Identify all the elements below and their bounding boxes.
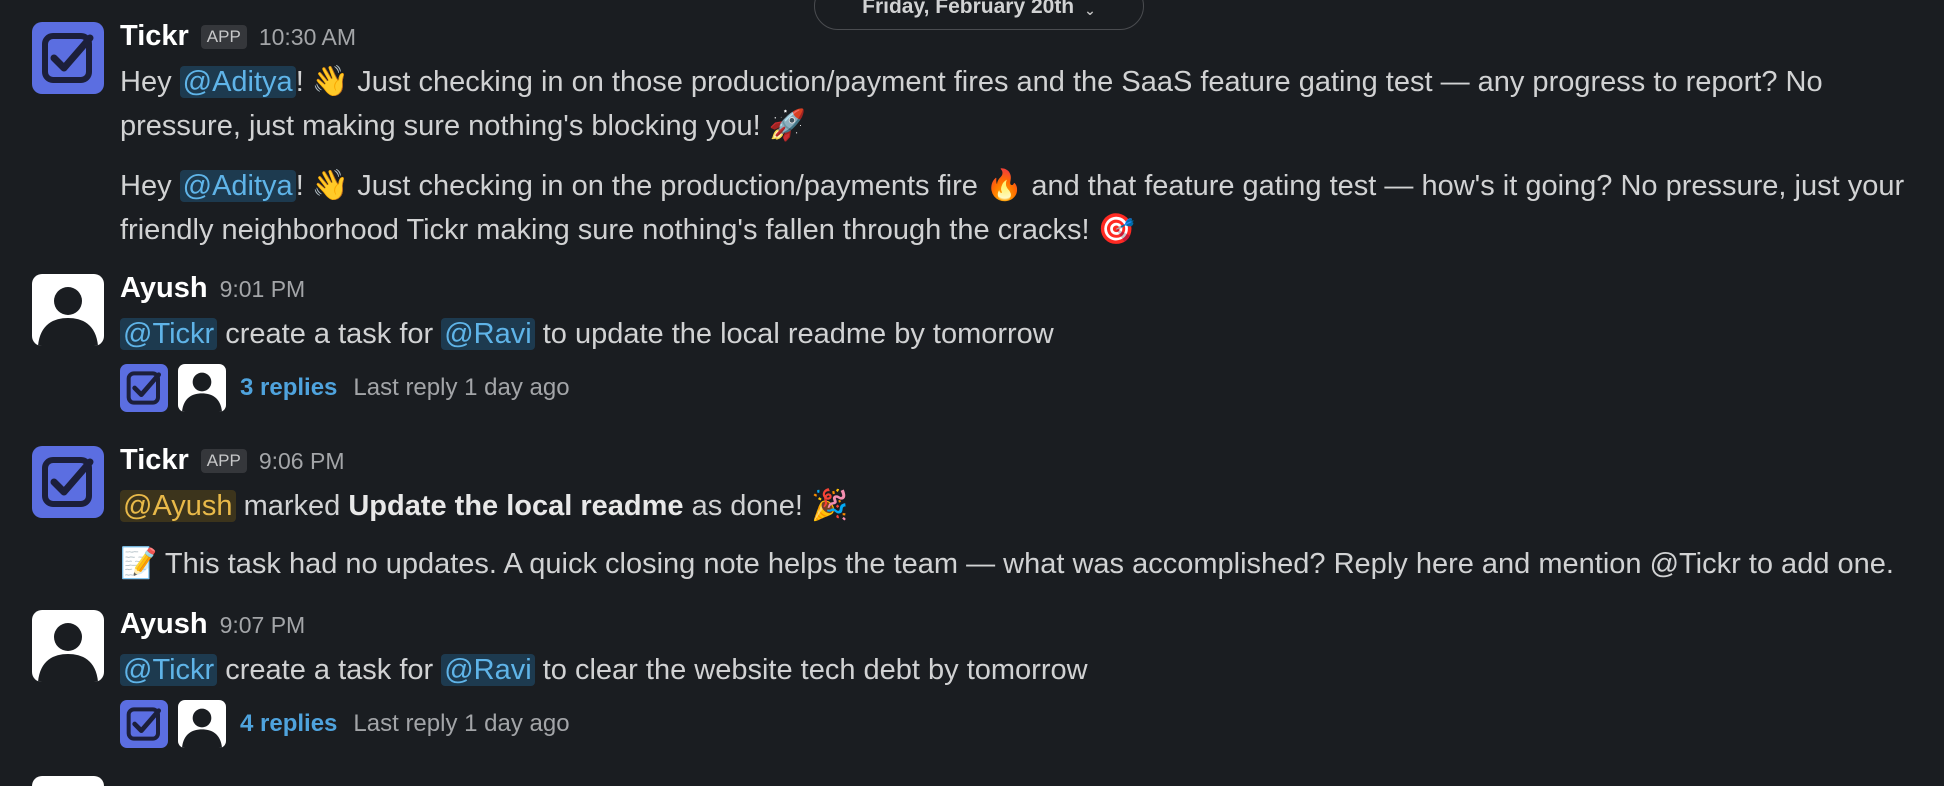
sender-name[interactable]: Ayush — [120, 608, 208, 641]
text-run: to clear the website tech debt by tomorr… — [534, 654, 1088, 686]
target-emoji-icon: 🎯 — [1097, 213, 1135, 246]
fire-emoji-icon: 🔥 — [985, 169, 1024, 202]
tickr-logo-icon — [42, 33, 94, 83]
avatar[interactable] — [32, 776, 104, 786]
task-title: Update the local readme — [348, 490, 684, 522]
bot-mention[interactable]: @Tickr — [120, 318, 218, 350]
sender-name[interactable]: Tickr — [120, 20, 189, 53]
tickr-logo-icon — [126, 371, 161, 405]
message-text: Hey @Aditya! 👋 Just checking in on those… — [120, 60, 1920, 148]
sender-name[interactable]: Ayush — [120, 272, 208, 305]
user-mention[interactable]: @Ravi — [441, 654, 535, 686]
user-avatar-icon — [38, 623, 98, 682]
avatar[interactable] — [32, 22, 104, 94]
participant-avatar — [178, 700, 226, 748]
last-reply-text: Last reply 1 day ago — [353, 710, 570, 737]
memo-emoji-icon: 📝 — [120, 547, 158, 580]
text-run: to update the local readme by tomorrow — [534, 318, 1054, 350]
date-label: Friday, February 20th — [862, 0, 1075, 18]
rocket-emoji-icon: 🚀 — [768, 109, 807, 142]
timestamp[interactable]: 10:30 AM — [259, 24, 356, 51]
participant-avatar — [120, 364, 168, 412]
replies-link[interactable]: 4 replies — [240, 710, 337, 738]
chevron-down-icon: ⌄ — [1084, 2, 1096, 18]
message-text: Hey @Aditya! 👋 Just checking in on the p… — [120, 164, 1920, 252]
replies-link[interactable]: 3 replies — [240, 374, 337, 402]
tickr-logo-icon — [126, 707, 161, 741]
date-divider-button[interactable]: Friday, February 20th ⌄ — [814, 0, 1144, 30]
text-run: Hey — [120, 170, 180, 202]
thread-summary[interactable]: 3 replies Last reply 1 day ago — [120, 364, 570, 412]
tickr-logo-icon — [42, 457, 94, 507]
text-run: create a task for — [217, 654, 442, 686]
avatar[interactable] — [32, 610, 104, 682]
app-badge: APP — [200, 25, 247, 49]
text-run: ! — [295, 66, 312, 98]
self-mention[interactable]: @Ayush — [120, 490, 236, 522]
participant-avatar — [120, 700, 168, 748]
message-pane: Friday, February 20th ⌄ Tickr APP 10:30 … — [0, 0, 1944, 786]
message-text: @Tickr create a task for @Ravi to update… — [120, 312, 1920, 356]
text-run: as done! — [683, 490, 811, 522]
message-text: @Tickr create a task for @Ravi to clear … — [120, 648, 1920, 692]
timestamp[interactable]: 9:06 PM — [259, 448, 345, 475]
party-popper-emoji-icon: 🎉 — [810, 489, 849, 522]
message-text: @Ayush marked Update the local readme as… — [120, 484, 1920, 528]
text-run: Hey — [120, 66, 180, 98]
text-run: create a task for — [217, 318, 442, 350]
timestamp[interactable]: 9:01 PM — [220, 276, 306, 303]
text-run: Just checking in on those production/pay… — [120, 66, 1823, 142]
timestamp[interactable]: 9:07 PM — [220, 612, 306, 639]
sender-name[interactable]: Tickr — [120, 444, 189, 477]
wave-emoji-icon: 👋 — [311, 169, 350, 202]
last-reply-text: Last reply 1 day ago — [353, 374, 570, 401]
text-run: Just checking in on the production/payme… — [349, 170, 986, 202]
text-run: marked — [235, 490, 349, 522]
user-avatar-icon — [182, 372, 222, 412]
user-avatar-icon — [38, 287, 98, 346]
text-run: ! — [295, 170, 312, 202]
user-mention[interactable]: @Aditya — [179, 170, 296, 202]
user-mention[interactable]: @Aditya — [179, 66, 296, 98]
avatar[interactable] — [32, 274, 104, 346]
bot-mention[interactable]: @Tickr — [120, 654, 218, 686]
text-run: This task had no updates. A quick closin… — [157, 548, 1894, 580]
user-avatar-icon — [182, 708, 222, 748]
user-mention[interactable]: @Ravi — [441, 318, 535, 350]
wave-emoji-icon: 👋 — [311, 65, 350, 98]
app-badge: APP — [200, 449, 247, 473]
avatar[interactable] — [32, 446, 104, 518]
message-text: 📝 This task had no updates. A quick clos… — [120, 542, 1920, 586]
thread-summary[interactable]: 4 replies Last reply 1 day ago — [120, 700, 570, 748]
participant-avatar — [178, 364, 226, 412]
